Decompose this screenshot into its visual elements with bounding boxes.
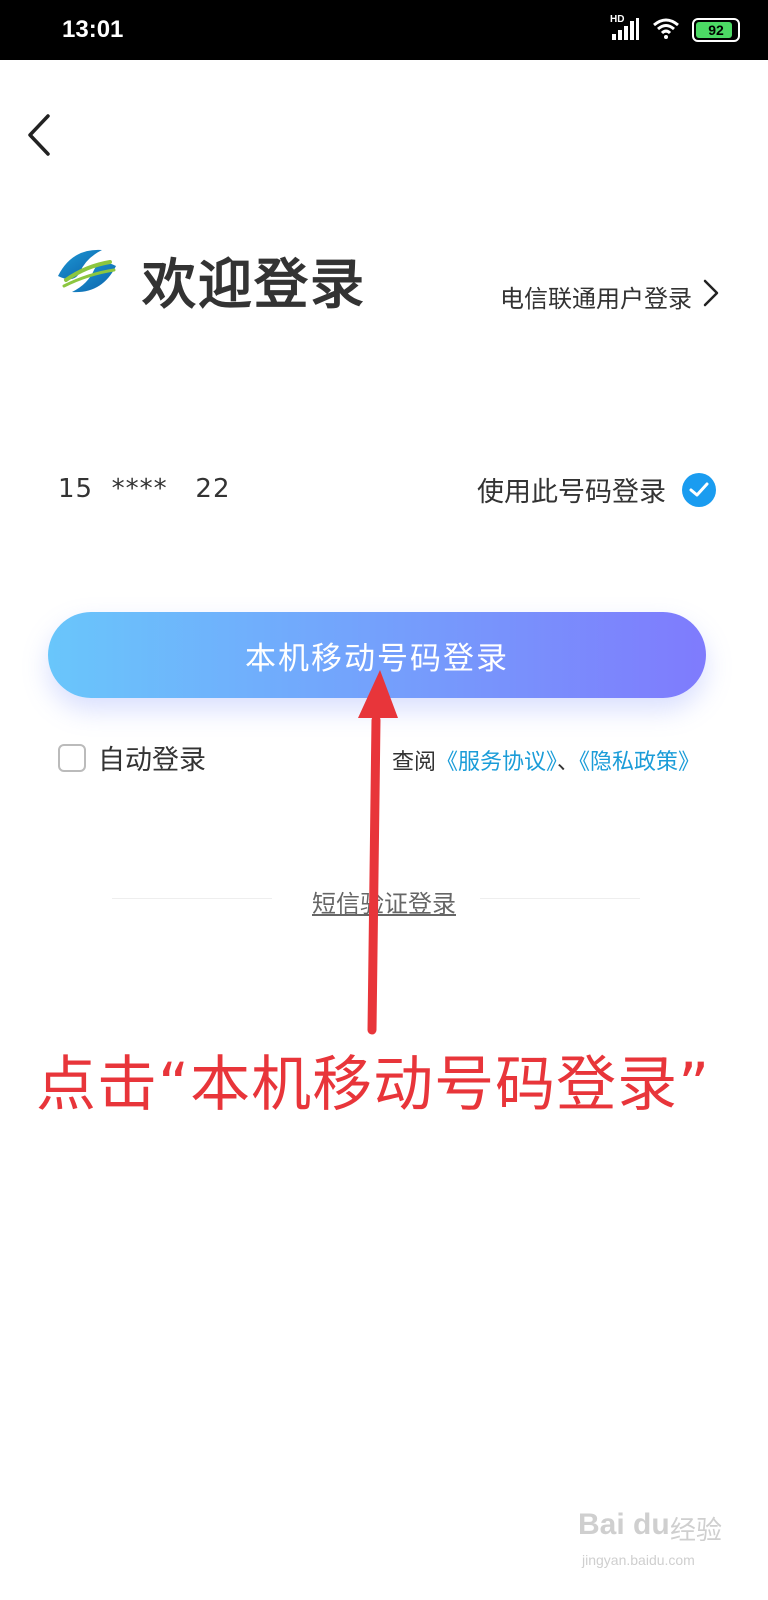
chevron-right-icon bbox=[702, 278, 720, 314]
watermark-cn: 经验 bbox=[670, 1516, 723, 1546]
agreement-separator: 、 bbox=[556, 750, 579, 775]
status-time: 13:01 bbox=[62, 16, 124, 43]
phone-number: 15 **** 22 bbox=[58, 474, 231, 504]
service-agreement-link[interactable]: 《服务协议》 bbox=[436, 750, 557, 775]
watermark-site: jingyan.baidu.com bbox=[582, 1552, 695, 1568]
annotation-text: 点击“本机移动号码登录” bbox=[36, 1050, 711, 1120]
china-mobile-logo bbox=[52, 236, 122, 306]
annotation-arrow bbox=[340, 660, 420, 1040]
battery-icon: 92 bbox=[692, 18, 740, 42]
battery-percent: 92 bbox=[708, 22, 724, 38]
status-bar: 13:01 HD 92 bbox=[0, 0, 768, 60]
auto-login-option[interactable]: 自动登录 bbox=[58, 738, 206, 777]
wifi-icon bbox=[652, 17, 680, 43]
use-number-label: 使用此号码登录 bbox=[477, 477, 666, 508]
use-this-number-toggle[interactable]: 使用此号码登录 bbox=[477, 470, 716, 509]
auto-login-label: 自动登录 bbox=[98, 745, 206, 776]
agreement-text: 查阅《服务协议》、《隐私政策》 bbox=[392, 744, 700, 776]
signal-icon: HD bbox=[610, 14, 640, 42]
alt-login-label: 电信联通用户登录 bbox=[500, 284, 692, 313]
alt-operator-login-link[interactable]: 电信联通用户登录 bbox=[500, 278, 720, 314]
check-circle-icon[interactable] bbox=[682, 472, 716, 507]
baidu-jingyan-watermark: Bai du 经验 jingyan.baidu.com bbox=[578, 1488, 738, 1588]
page-title: 欢迎登录 bbox=[142, 253, 366, 316]
watermark-brand: Bai du bbox=[578, 1508, 670, 1541]
chevron-left-icon[interactable] bbox=[22, 110, 62, 160]
privacy-policy-link[interactable]: 《隐私政策》 bbox=[579, 750, 700, 775]
status-icons: HD 92 bbox=[610, 14, 740, 46]
auto-login-checkbox[interactable] bbox=[58, 743, 86, 772]
